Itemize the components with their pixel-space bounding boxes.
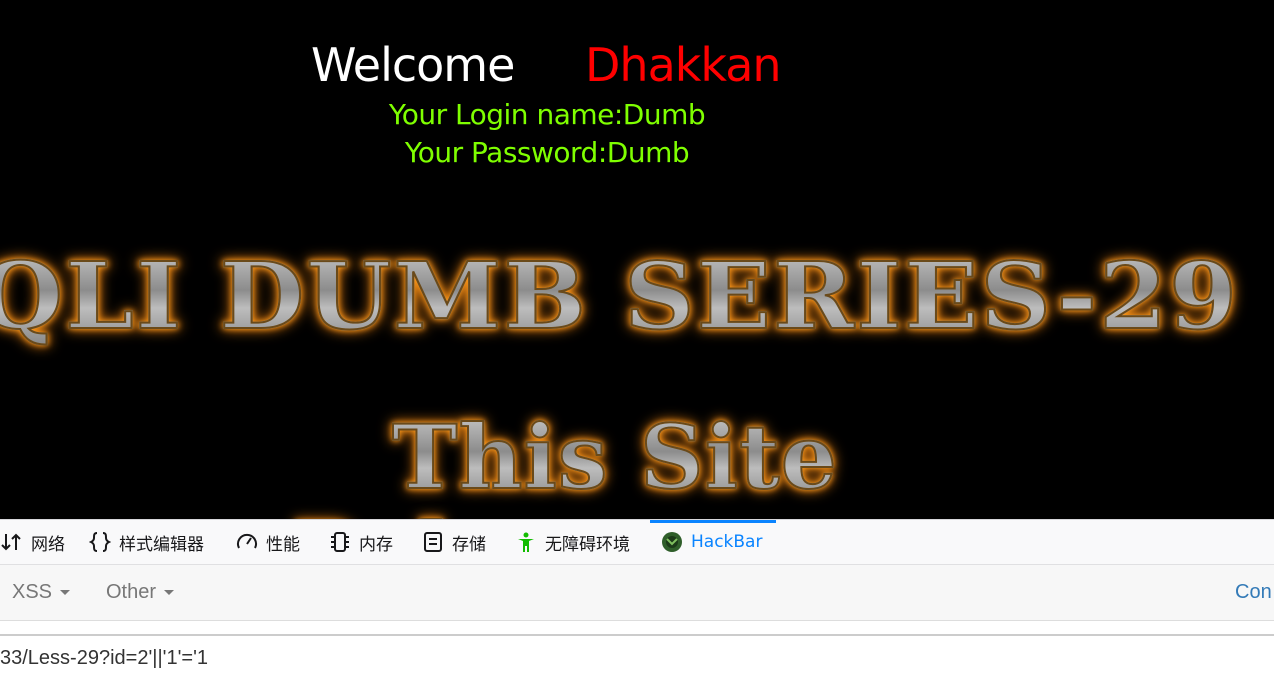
tab-accessibility-label: 无障碍环境: [545, 534, 630, 555]
tab-hackbar[interactable]: HackBar: [650, 520, 776, 561]
braces-icon: [88, 530, 112, 554]
series-banner-image: QLI DUMB SERIES-29: [0, 236, 1239, 356]
login-name-text: Your Login name:Dumb: [388, 98, 706, 131]
gauge-icon: [235, 530, 259, 554]
tab-memory[interactable]: 内存: [328, 520, 393, 564]
site-banner-image: This Site: [391, 402, 838, 512]
tab-hackbar-label: HackBar: [691, 532, 763, 552]
welcome-text: Welcome: [311, 38, 515, 92]
tab-style-editor-label: 样式编辑器: [119, 534, 204, 555]
caret-down-icon: [60, 590, 71, 595]
tab-performance-label: 性能: [266, 534, 300, 555]
tab-network-label: 网络: [31, 534, 65, 555]
welcome-username: Dhakkan: [585, 38, 782, 92]
devtools-tab-bar: 网络 样式编辑器 性能 内存 存储 无障碍环境 HackBar: [0, 520, 1274, 565]
tab-memory-label: 内存: [359, 534, 393, 555]
network-arrows-icon: [0, 530, 24, 554]
xss-dropdown-button[interactable]: XSS: [12, 565, 71, 620]
accessibility-person-icon: [514, 530, 538, 554]
tab-storage-label: 存储: [452, 534, 486, 555]
tab-accessibility[interactable]: 无障碍环境: [514, 520, 630, 564]
welcome-heading: Welcome Dhakkan: [0, 36, 1100, 96]
hackbar-toolbar: XSS Other Con: [0, 565, 1274, 621]
browser-window: Welcome Dhakkan Your Login name:Dumb You…: [0, 0, 1274, 679]
tab-storage[interactable]: 存储: [421, 520, 486, 564]
xss-dropdown-label: XSS: [12, 581, 53, 603]
web-page-content: Welcome Dhakkan Your Login name:Dumb You…: [0, 0, 1274, 519]
memory-chip-icon: [328, 530, 352, 554]
url-input[interactable]: 33/Less-29?id=2'||'1'='1: [0, 636, 1274, 679]
contribute-link[interactable]: Con: [1235, 565, 1274, 620]
caret-down-icon: [164, 590, 175, 595]
password-text: Your Password:Dumb: [404, 136, 690, 169]
tab-style-editor[interactable]: 样式编辑器: [88, 520, 204, 564]
other-dropdown-button[interactable]: Other: [106, 565, 175, 620]
tab-network[interactable]: 网络: [0, 520, 65, 564]
site-banner-next-line: P d: [291, 500, 451, 519]
other-dropdown-label: Other: [106, 581, 157, 603]
hackbar-url-area: 33/Less-29?id=2'||'1'='1: [0, 634, 1274, 679]
tab-performance[interactable]: 性能: [235, 520, 300, 564]
hackbar-logo-icon: [660, 530, 684, 554]
devtools-panel: 网络 样式编辑器 性能 内存 存储 无障碍环境 HackBar XSS Othe…: [0, 519, 1274, 679]
storage-icon: [421, 530, 445, 554]
